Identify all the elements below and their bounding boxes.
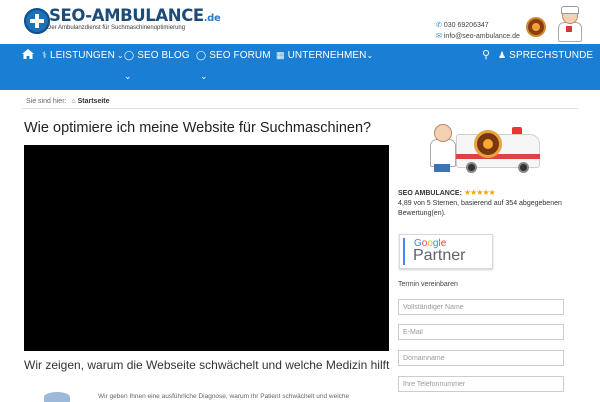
envelope-icon: ✉	[436, 33, 442, 40]
nav-item-label: LEISTUNGEN	[49, 50, 115, 61]
chevron-down-icon: ⌄	[116, 51, 124, 60]
partner-label: Partner	[413, 247, 466, 264]
phone-field[interactable]	[398, 376, 564, 392]
page-title: Wie optimiere ich meine Website für Such…	[24, 120, 372, 136]
logo-subtitle: Der Ambulanzdienst für Suchmaschinenopti…	[47, 25, 186, 31]
phone-line[interactable]: ✆ 030 69206347	[436, 20, 520, 31]
main-nav: ⚕ LEISTUNGEN ⌄ ⌄ ◯ SEO BLOG ◯ SEO FORUM ⌄ ▦ U…	[0, 44, 600, 90]
stethoscope-icon: ⚕	[42, 50, 47, 60]
logo-tld: .de	[203, 13, 221, 24]
home-icon[interactable]	[22, 49, 34, 59]
email-address: info@seo-ambulance.de	[443, 33, 520, 40]
nav-item-label: SEO BLOG	[137, 50, 190, 61]
breadcrumb-prefix: Sie sind hier:	[26, 98, 67, 105]
domain-field[interactable]	[398, 350, 564, 366]
phone-icon: ✆	[436, 22, 442, 29]
accent-bar	[403, 238, 405, 265]
contact-info: ✆ 030 69206347 ✉ info@seo-ambulance.de	[436, 20, 520, 42]
search-icon[interactable]: ⚲	[482, 48, 490, 61]
chevron-down-icon: ⌄	[124, 72, 132, 82]
rating-stars: ★★★★★	[463, 188, 496, 197]
section-subheading: Wir zeigen, warum die Webseite schwächel…	[24, 358, 390, 372]
email-field[interactable]	[398, 324, 564, 340]
nav-item-label: SPRECHSTUNDE	[509, 50, 594, 61]
google-partner-badge[interactable]: Google Partner	[399, 234, 493, 269]
email-line[interactable]: ✉ info@seo-ambulance.de	[436, 31, 520, 42]
divider	[22, 108, 578, 109]
rating-text: von 5 Sternen, basierend auf 354 abgegeb…	[398, 200, 562, 217]
breadcrumb-current[interactable]: Startseite	[78, 98, 110, 105]
appointment-form-title: Termin vereinbaren	[398, 281, 458, 288]
full-name-field[interactable]	[398, 299, 564, 315]
nav-item-seo-blog[interactable]: ◯ SEO BLOG	[124, 50, 190, 61]
site-logo[interactable]: SEO-AMBULANCE.de Der Ambulanzdienst für …	[24, 6, 221, 38]
building-icon: ▦	[276, 50, 285, 60]
comment-icon: ◯	[124, 50, 135, 60]
phone-number: 030 69206347	[443, 22, 489, 29]
intro-illustration	[44, 392, 70, 402]
rating-widget: SEO AMBULANCE: ★★★★★ 4,89 von 5 Sternen,…	[398, 188, 583, 219]
chevron-down-icon: ⌄	[200, 72, 208, 82]
chevron-down-icon: ⌄	[366, 51, 374, 60]
nav-item-unternehmen[interactable]: ▦ UNTERNEHMEN⌄	[276, 50, 373, 61]
intro-text: Wir geben Ihnen eine ausführliche Diagno…	[98, 393, 350, 400]
nav-item-seo-forum[interactable]: ◯ SEO FORUM	[196, 50, 271, 61]
logo-title: SEO-AMBULANCE.de	[49, 6, 221, 25]
site-header: SEO-AMBULANCE.de Der Ambulanzdienst für …	[0, 0, 600, 44]
nav-item-label: SEO FORUM	[209, 50, 271, 61]
seo-seal-icon	[526, 17, 546, 37]
ambulance-illustration	[420, 118, 542, 176]
video-player[interactable]	[24, 145, 389, 351]
nav-item-leistungen[interactable]: ⚕ LEISTUNGEN ⌄	[42, 50, 124, 61]
user-md-icon: ♟	[498, 50, 507, 60]
home-icon: ⌂	[71, 98, 76, 105]
doctor-mascot-icon	[555, 6, 583, 42]
comments-icon: ◯	[196, 50, 207, 60]
nav-item-label: UNTERNEHMEN	[287, 50, 367, 61]
seo-seal-icon	[474, 130, 502, 158]
nav-item-sprechstunde[interactable]: ♟ SPRECHSTUNDE	[498, 50, 593, 61]
breadcrumb: Sie sind hier: ⌂ Startseite	[26, 98, 110, 105]
rating-score: 4,89	[398, 200, 412, 207]
rating-name: SEO AMBULANCE:	[398, 190, 462, 197]
